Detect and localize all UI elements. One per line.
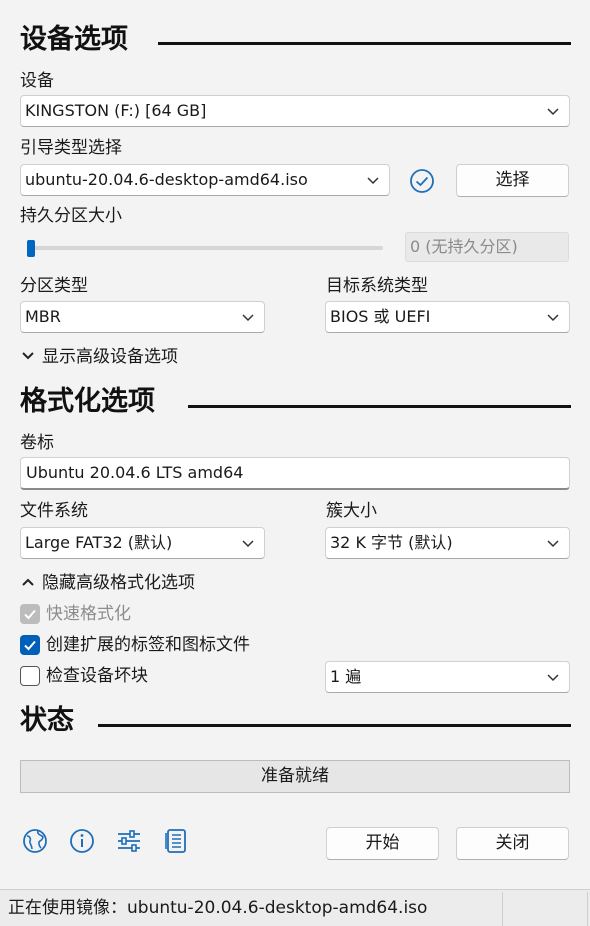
select-image-button[interactable]: 选择 <box>456 164 569 197</box>
chevron-down-icon <box>242 314 254 322</box>
quick-format-checkbox[interactable] <box>20 604 40 624</box>
target-system-value: BIOS 或 UEFI <box>330 307 431 326</box>
extended-label-label: 创建扩展的标签和图标文件 <box>46 635 250 655</box>
close-button[interactable]: 关闭 <box>456 827 569 860</box>
file-system-dropdown[interactable]: Large FAT32 (默认) <box>20 527 265 559</box>
start-button[interactable]: 开始 <box>326 827 439 860</box>
format-section-rule <box>188 405 571 408</box>
chevron-down-icon <box>547 540 559 548</box>
advanced-device-toggle[interactable]: 显示高级设备选项 <box>20 346 178 368</box>
bad-blocks-passes-dropdown[interactable]: 1 遍 <box>325 661 570 693</box>
status-bar-divider <box>502 892 503 926</box>
checkmark-icon <box>24 640 36 651</box>
status-bar: 正在使用镜像：ubuntu-20.04.6-desktop-amd64.iso <box>0 889 590 926</box>
chevron-down-icon <box>242 540 254 548</box>
target-system-dropdown[interactable]: BIOS 或 UEFI <box>325 301 570 333</box>
persistent-size-label: 持久分区大小 <box>20 206 122 226</box>
globe-icon[interactable] <box>21 827 49 855</box>
partition-scheme-label: 分区类型 <box>20 276 88 296</box>
extended-label-checkbox[interactable] <box>20 635 40 655</box>
boot-selection-dropdown[interactable]: ubuntu-20.04.6-desktop-amd64.iso <box>20 164 390 196</box>
partition-scheme-dropdown[interactable]: MBR <box>20 301 265 333</box>
status-progress-bar: 准备就绪 <box>20 760 570 793</box>
boot-selection-value: ubuntu-20.04.6-desktop-amd64.iso <box>25 170 308 189</box>
advanced-device-toggle-label: 显示高级设备选项 <box>42 347 178 367</box>
chevron-down-icon <box>367 177 379 185</box>
status-section-title: 状态 <box>20 705 74 736</box>
file-system-label: 文件系统 <box>20 501 88 521</box>
persistent-size-slider-thumb[interactable] <box>27 240 35 257</box>
partition-scheme-value: MBR <box>25 307 61 326</box>
format-section-title: 格式化选项 <box>20 386 155 417</box>
volume-label-label: 卷标 <box>20 433 54 453</box>
persistent-size-value: 0 (无持久分区) <box>405 232 569 262</box>
advanced-format-toggle-label: 隐藏高级格式化选项 <box>42 573 195 593</box>
quick-format-label: 快速格式化 <box>46 604 131 624</box>
volume-label-input[interactable]: Ubuntu 20.04.6 LTS amd64 <box>20 457 570 490</box>
status-progress-text: 准备就绪 <box>261 766 329 786</box>
cluster-size-dropdown[interactable]: 32 K 字节 (默认) <box>325 527 570 559</box>
info-icon[interactable] <box>68 827 96 855</box>
chevron-down-icon <box>22 352 34 360</box>
cluster-size-value: 32 K 字节 (默认) <box>330 533 453 552</box>
advanced-format-toggle[interactable]: 隐藏高级格式化选项 <box>20 572 195 594</box>
chevron-down-icon <box>547 108 559 116</box>
status-bar-divider <box>587 892 588 926</box>
file-system-value: Large FAT32 (默认) <box>25 533 173 552</box>
device-section-rule <box>158 42 571 45</box>
chevron-up-icon <box>22 578 34 586</box>
chevron-down-icon <box>547 314 559 322</box>
verify-check-icon[interactable] <box>409 168 435 194</box>
bad-blocks-passes-value: 1 遍 <box>330 667 362 686</box>
checkmark-icon <box>24 609 36 620</box>
chevron-down-icon <box>547 674 559 682</box>
device-section-title: 设备选项 <box>20 24 128 55</box>
persistent-size-slider-track[interactable] <box>28 246 383 250</box>
status-bar-text: 正在使用镜像：ubuntu-20.04.6-desktop-amd64.iso <box>8 898 428 918</box>
settings-sliders-icon[interactable] <box>115 827 143 855</box>
device-label: 设备 <box>20 71 54 91</box>
log-icon[interactable] <box>162 827 190 855</box>
target-system-label: 目标系统类型 <box>326 276 428 296</box>
bad-blocks-label: 检查设备坏块 <box>46 666 148 686</box>
bad-blocks-checkbox[interactable] <box>20 666 40 686</box>
device-dropdown-value: KINGSTON (F:) [64 GB] <box>25 101 207 120</box>
cluster-size-label: 簇大小 <box>326 501 377 521</box>
boot-selection-label: 引导类型选择 <box>20 138 122 158</box>
status-section-rule <box>98 724 571 727</box>
device-dropdown[interactable]: KINGSTON (F:) [64 GB] <box>20 95 570 127</box>
